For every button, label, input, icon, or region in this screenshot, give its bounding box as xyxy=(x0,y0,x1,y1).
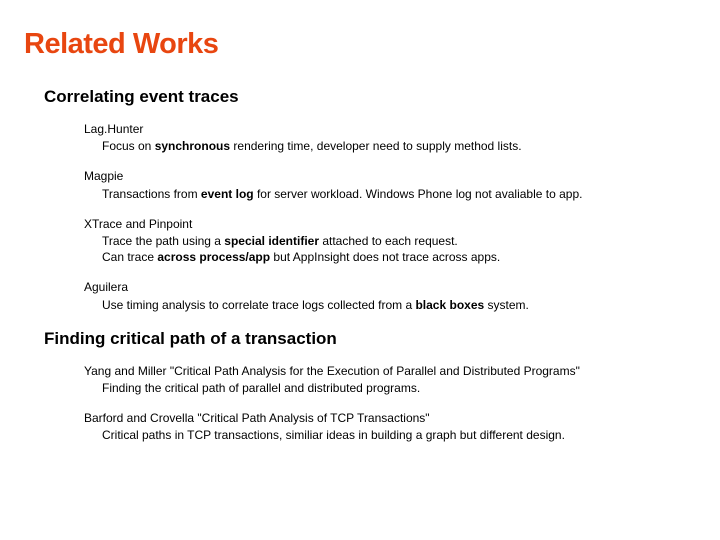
list-item: Lag.Hunter Focus on synchronous renderin… xyxy=(84,121,696,154)
section-heading-2: Finding critical path of a transaction xyxy=(44,329,696,349)
item-desc: Use timing analysis to correlate trace l… xyxy=(102,297,696,313)
item-title: Lag.Hunter xyxy=(84,121,696,137)
slide-title: Related Works xyxy=(24,28,696,61)
item-desc: Transactions from event log for server w… xyxy=(102,186,696,202)
item-title: Magpie xyxy=(84,168,696,184)
section-heading-1: Correlating event traces xyxy=(44,87,696,107)
item-title: Aguilera xyxy=(84,279,696,295)
item-title: XTrace and Pinpoint xyxy=(84,216,696,232)
item-desc: Finding the critical path of parallel an… xyxy=(102,380,696,396)
list-item: Magpie Transactions from event log for s… xyxy=(84,168,696,201)
item-desc: Can trace across process/app but AppInsi… xyxy=(102,249,696,265)
item-desc: Trace the path using a special identifie… xyxy=(102,233,696,249)
item-title: Yang and Miller "Critical Path Analysis … xyxy=(84,363,696,379)
item-desc: Critical paths in TCP transactions, simi… xyxy=(102,427,696,443)
item-desc: Focus on synchronous rendering time, dev… xyxy=(102,138,696,154)
item-title: Barford and Crovella "Critical Path Anal… xyxy=(84,410,696,426)
list-item: Barford and Crovella "Critical Path Anal… xyxy=(84,410,696,443)
list-item: Yang and Miller "Critical Path Analysis … xyxy=(84,363,696,396)
list-item: Aguilera Use timing analysis to correlat… xyxy=(84,279,696,312)
list-item: XTrace and Pinpoint Trace the path using… xyxy=(84,216,696,266)
